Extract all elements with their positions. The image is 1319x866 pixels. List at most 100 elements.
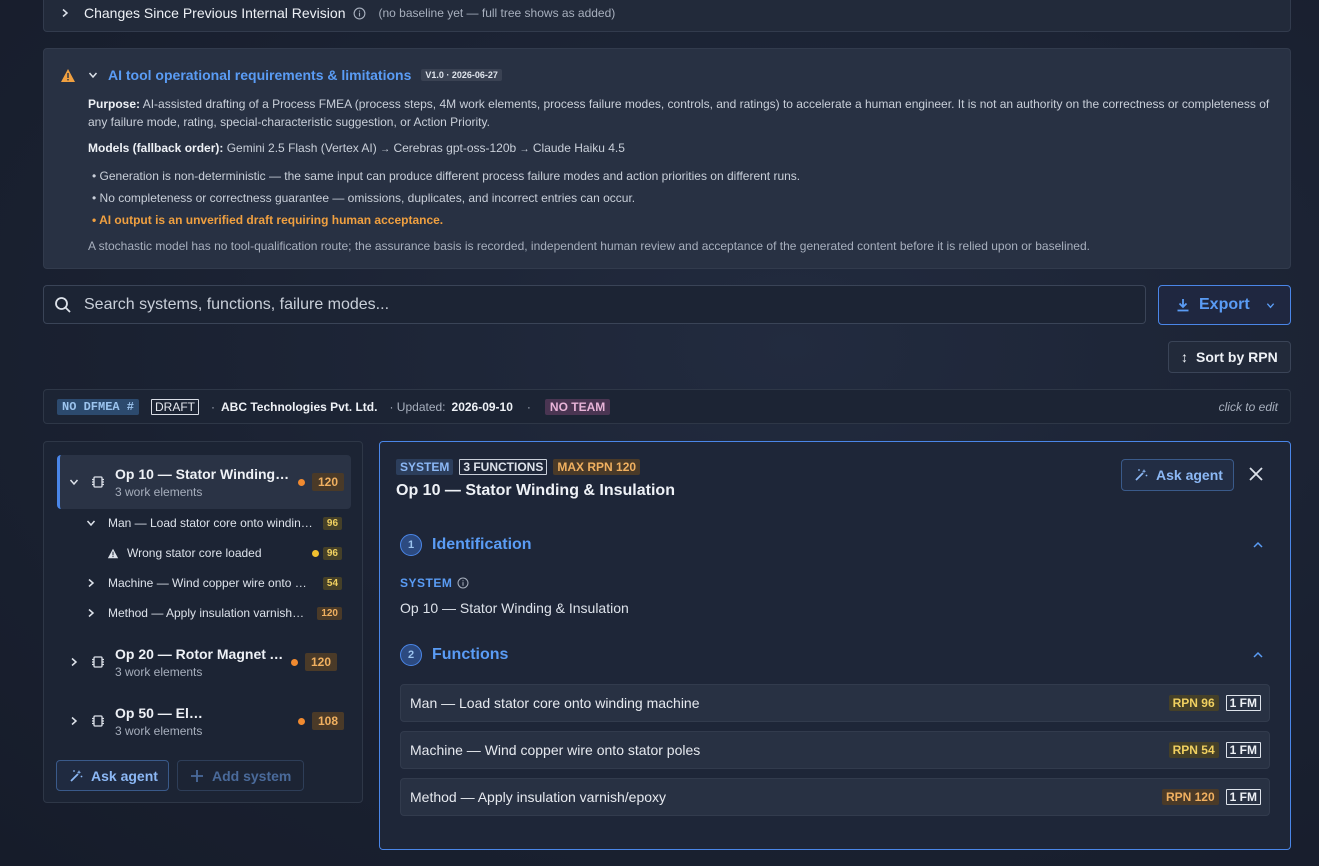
version-badge: V1.0 · 2026-06-27 [421,69,502,81]
function-row[interactable]: Method — Apply insulation varnish/epoxy … [400,778,1270,816]
separator: · [526,399,531,414]
bullet-nondeterministic: • Generation is non-deterministic — the … [92,169,801,183]
failure-mode-count-badge: 1 FM [1225,742,1261,758]
chevron-right-icon[interactable] [67,716,81,726]
changes-title: Changes Since Previous Internal Revision [84,5,346,21]
section-title: Functions [432,646,509,663]
chip-icon [91,475,105,489]
document-info-strip[interactable]: NO DFMEA # DRAFT · ABC Technologies Pvt.… [43,389,1291,424]
section-number: 2 [400,644,422,666]
info-icon[interactable] [457,577,469,589]
tree-node-op10[interactable]: Op 10 — Stator Winding & Insulation 3 wo… [57,455,351,509]
chevron-up-icon[interactable] [1252,650,1264,660]
models-paragraph: Models (fallback order): Gemini 2.5 Flas… [88,139,1278,159]
section-title: Identification [432,536,532,553]
chevron-down-icon [1266,301,1275,310]
section-functions[interactable]: 2 Functions [400,644,508,666]
add-system-button[interactable]: Add system [177,760,304,791]
chevron-down-icon[interactable] [86,518,100,528]
chevron-right-icon[interactable] [86,608,100,618]
chevron-right-icon[interactable] [60,8,70,18]
failure-mode-count-badge: 1 FM [1225,789,1261,805]
company-name: ABC Technologies Pvt. Ltd. [221,399,378,414]
changes-bar[interactable]: Changes Since Previous Internal Revision… [43,0,1291,32]
arrow-right-icon: → [519,144,530,155]
plus-icon [190,769,204,783]
chevron-right-icon[interactable] [86,578,100,588]
model-name: Claude Haiku 4.5 [532,141,625,155]
rpn-dot [297,717,305,725]
warning-icon [60,68,76,83]
node-title: Op 10 — Stator Winding & Insulation [115,465,292,482]
max-rpn-badge: MAX RPN 120 [553,459,641,475]
export-button[interactable]: Export [1158,285,1291,325]
ask-agent-label: Ask agent [91,767,158,784]
changes-note: (no baseline yet — full tree shows as ad… [378,6,616,20]
chip-icon [91,655,105,669]
child-label: Method — Apply insulation varnish/epoxy [107,606,308,620]
status-badge: DRAFT [151,398,200,415]
function-row[interactable]: Man — Load stator core onto winding mach… [400,684,1270,722]
requirements-title[interactable]: AI tool operational requirements & limit… [108,67,411,83]
tree-node-op50[interactable]: Op 50 — Electrical Testing 3 work elemen… [57,694,351,748]
function-count-badge: 3 FUNCTIONS [459,459,548,475]
ask-agent-button[interactable]: Ask agent [1121,459,1234,491]
arrow-right-icon: → [380,144,391,155]
warning-icon [107,548,119,559]
tree-child-man[interactable]: Man — Load stator core onto winding mach… [86,516,343,530]
sort-by-rpn-button[interactable]: ↕ Sort by RPN [1168,341,1291,373]
system-detail-panel: SYSTEM 3 FUNCTIONS MAX RPN 120 Op 10 — S… [379,441,1291,850]
models-label: Models (fallback order): [88,141,224,155]
rpn-dot [311,549,319,557]
chevron-up-icon[interactable] [1252,540,1264,550]
section-identification[interactable]: 1 Identification [400,534,532,556]
function-label: Machine — Wind copper wire onto stator p… [410,742,701,758]
ask-agent-button[interactable]: Ask agent [56,760,169,791]
node-title: Op 20 — Rotor Magnet Assembly [115,645,285,662]
node-subtitle: 3 work elements [115,723,203,738]
tree-failure-mode[interactable]: Wrong stator core loaded 96 [107,546,342,560]
edit-hint[interactable]: click to edit [1219,400,1278,414]
close-icon[interactable] [1248,466,1264,482]
rpn-dot [297,478,305,486]
rpn-badge: 96 [322,546,342,560]
model-name: Cerebras gpt-oss-120b [393,141,517,155]
rpn-badge: 120 [311,473,344,491]
add-system-label: Add system [212,767,292,784]
search-bar[interactable] [43,285,1146,324]
rpn-badge: 120 [317,606,342,620]
system-tree-panel: Op 10 — Stator Winding & Insulation 3 wo… [43,441,363,803]
updated-label: · Updated: [389,399,446,414]
chip-icon [91,714,105,728]
dfmea-number-badge: NO DFMEA # [57,398,140,415]
system-field-label: SYSTEM [400,576,469,590]
purpose-paragraph: Purpose: AI-assisted drafting of a Proce… [88,95,1278,131]
chevron-right-icon[interactable] [67,657,81,667]
separator: · [211,399,216,414]
tree-child-machine[interactable]: Machine — Wind copper wire onto stator p… [86,576,343,590]
child-label: Man — Load stator core onto winding mach… [108,516,313,530]
chevron-down-icon[interactable] [88,70,98,80]
ai-requirements-panel: AI tool operational requirements & limit… [43,48,1291,269]
failure-mode-count-badge: 1 FM [1225,695,1261,711]
system-field-value[interactable]: Op 10 — Stator Winding & Insulation [400,600,629,616]
chevron-down-icon[interactable] [67,477,81,487]
requirements-footnote: A stochastic model has no tool-qualifica… [88,239,1090,253]
model-name: Gemini 2.5 Flash (Vertex AI) [226,141,377,155]
info-icon[interactable] [353,7,366,20]
rpn-badge: 120 [305,653,338,671]
download-icon [1175,297,1191,313]
function-label: Man — Load stator core onto winding mach… [410,695,700,711]
field-label-text: SYSTEM [400,576,453,590]
function-row[interactable]: Machine — Wind copper wire onto stator p… [400,731,1270,769]
node-subtitle: 3 work elements [115,664,203,679]
search-input[interactable] [84,295,984,314]
purpose-text: AI-assisted drafting of a Process FMEA (… [88,97,1270,129]
tree-child-method[interactable]: Method — Apply insulation varnish/epoxy … [86,606,342,620]
rpn-badge: 108 [311,712,344,730]
child-label: Machine — Wind copper wire onto stator p… [108,576,308,590]
rpn-badge: RPN 54 [1168,742,1219,758]
search-icon [54,296,72,314]
tree-node-op20[interactable]: Op 20 — Rotor Magnet Assembly 3 work ele… [57,635,351,689]
rpn-badge: 54 [322,576,343,590]
